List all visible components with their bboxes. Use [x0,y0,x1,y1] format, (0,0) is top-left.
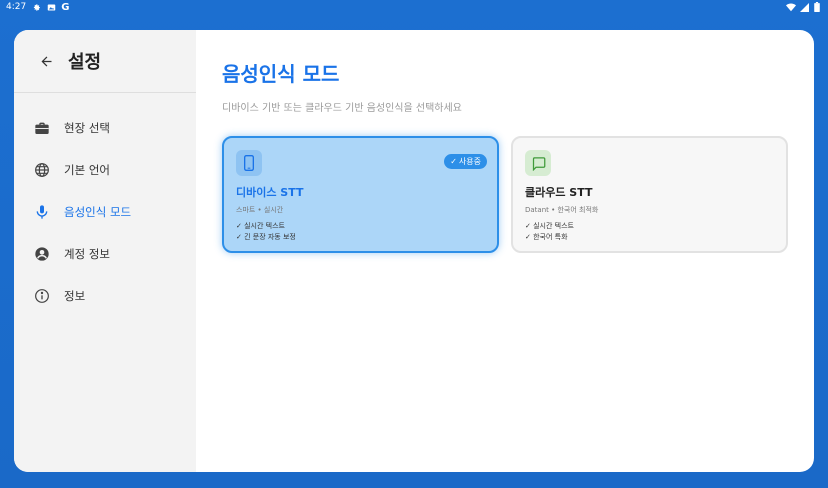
feature-item: ✓ 실시간 텍스트 [525,221,774,232]
sidebar-item-label: 현장 선택 [64,121,110,135]
sidebar-item-voice-mode[interactable]: 음성인식 모드 [14,191,196,233]
settings-gear-icon [31,2,41,12]
feature-item: ✓ 한국어 특화 [525,232,774,243]
sidebar-item-label: 기본 언어 [64,163,110,177]
status-bar: 4:27 G [0,0,828,14]
chat-icon [525,150,551,176]
globe-icon [33,161,51,179]
option-features: ✓ 실시간 텍스트 ✓ 긴 문장 자동 보정 [236,221,485,243]
google-g-icon: G [61,1,70,13]
feature-item: ✓ 실시간 텍스트 [236,221,485,232]
back-arrow-icon[interactable] [38,53,54,69]
phone-icon [236,150,262,176]
option-subtitle: Datant • 한국어 최적화 [525,206,599,214]
option-title: 디바이스 STT [236,186,304,199]
check-icon: ✓ [236,222,245,230]
page-title: 음성인식 모드 [222,62,340,86]
check-icon: ✓ [236,233,245,241]
feature-label: 긴 문장 자동 보정 [244,233,296,241]
status-time: 4:27 [6,2,27,12]
image-icon [46,2,56,12]
sidebar-item-label: 정보 [64,289,86,303]
main-content: 음성인식 모드 디바이스 기반 또는 클라우드 기반 음성인식을 선택하세요 ✓… [196,30,814,472]
microphone-icon [33,203,51,221]
option-subtitle: 스마트 • 실시간 [236,206,284,214]
sidebar-item-info[interactable]: 정보 [14,275,196,317]
info-icon [33,287,51,305]
device-stt-option[interactable]: ✓ 사용중 디바이스 STT 스마트 • 실시간 ✓ 실시간 텍스트 ✓ 긴 문… [222,136,499,253]
check-icon: ✓ [525,222,534,230]
sidebar-header: 설정 [14,30,196,93]
sidebar-nav: 현장 선택 기본 언어 음성인식 모드 계정 정보 정보 [14,93,196,317]
option-features: ✓ 실시간 텍스트 ✓ 한국어 특화 [525,221,774,243]
check-icon: ✓ [450,157,457,166]
option-title: 클라우드 STT [525,186,593,199]
page-subtitle: 디바이스 기반 또는 클라우드 기반 음성인식을 선택하세요 [222,103,462,114]
account-icon [33,245,51,263]
settings-window: 설정 현장 선택 기본 언어 음성인식 모드 계정 정보 정보 음성인식 모드 … [14,30,814,472]
feature-label: 실시간 텍스트 [244,222,285,230]
in-use-label: 사용중 [458,157,481,166]
sidebar-item-site-select[interactable]: 현장 선택 [14,107,196,149]
in-use-badge: ✓ 사용중 [444,154,487,169]
sidebar-item-account[interactable]: 계정 정보 [14,233,196,275]
signal-icon [799,2,809,12]
wifi-icon [786,2,796,12]
sidebar-title: 설정 [68,52,102,73]
sidebar-item-label: 계정 정보 [64,247,110,261]
briefcase-icon [33,119,51,137]
check-icon: ✓ [525,233,534,241]
stt-mode-options: ✓ 사용중 디바이스 STT 스마트 • 실시간 ✓ 실시간 텍스트 ✓ 긴 문… [222,136,788,253]
feature-item: ✓ 긴 문장 자동 보정 [236,232,485,243]
sidebar: 설정 현장 선택 기본 언어 음성인식 모드 계정 정보 정보 [14,30,196,472]
cloud-stt-option[interactable]: 클라우드 STT Datant • 한국어 최적화 ✓ 실시간 텍스트 ✓ 한국… [511,136,788,253]
feature-label: 실시간 텍스트 [533,222,574,230]
battery-icon [812,2,822,12]
feature-label: 한국어 특화 [533,233,568,241]
sidebar-item-label: 음성인식 모드 [64,205,132,219]
sidebar-item-language[interactable]: 기본 언어 [14,149,196,191]
